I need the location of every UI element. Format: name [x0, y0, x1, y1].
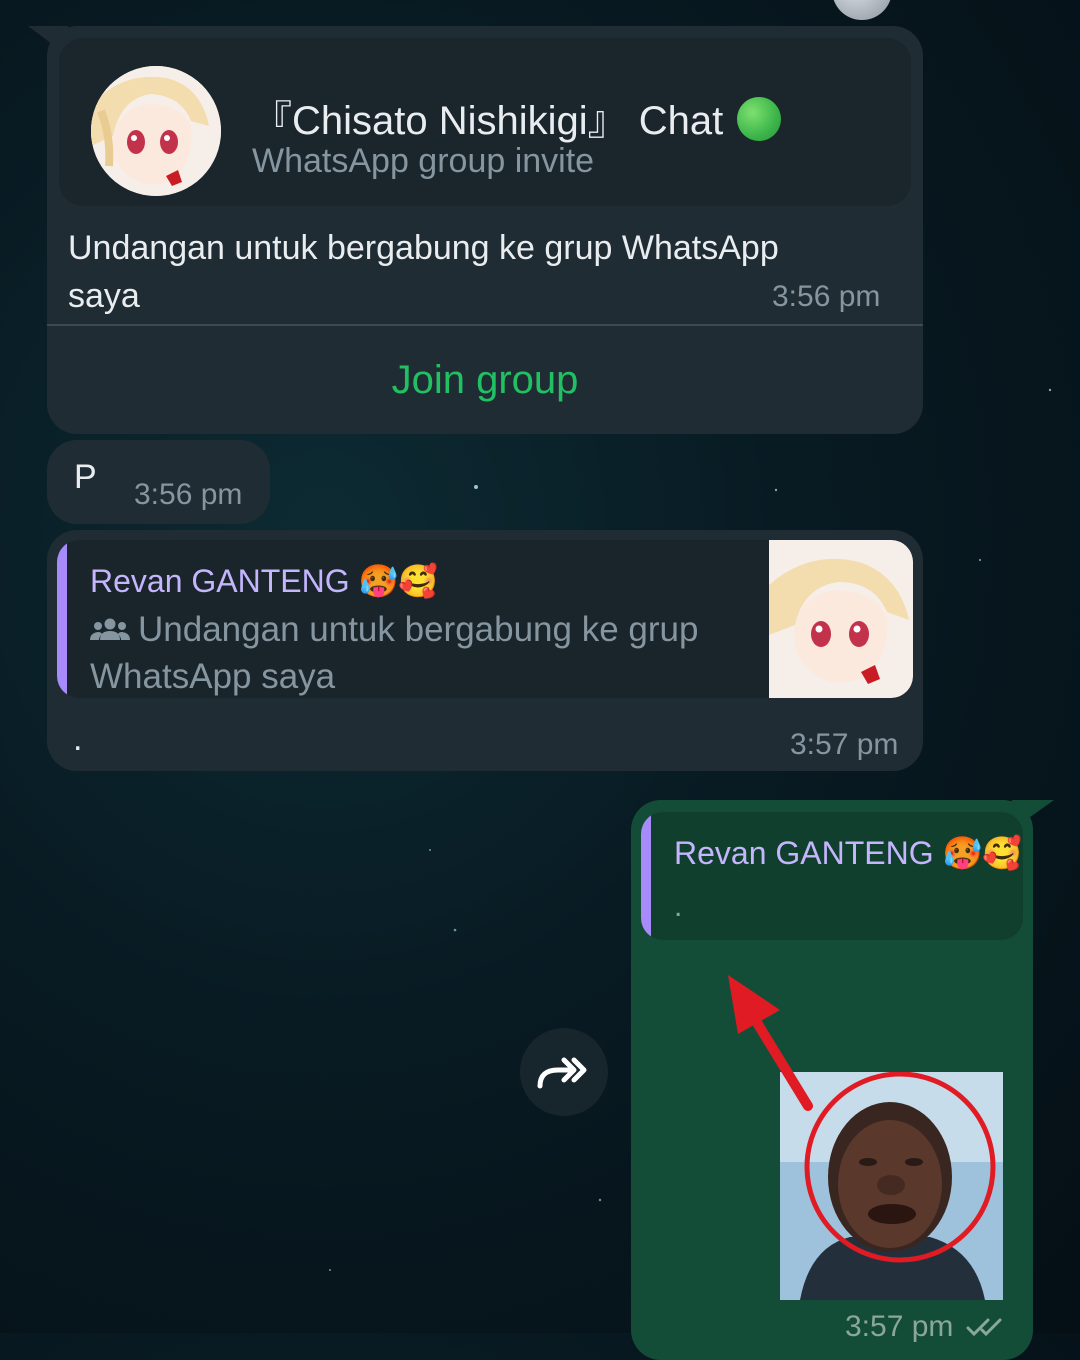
quoted-text: . — [674, 890, 683, 923]
anime-avatar-image — [91, 66, 221, 196]
join-group-button[interactable]: Join group — [47, 326, 923, 434]
message-time: 3:56 pm — [134, 478, 243, 511]
person-photo — [780, 1072, 1003, 1300]
group-icon — [90, 618, 130, 640]
group-avatar[interactable] — [91, 66, 221, 196]
quoted-sender-name: Revan GANTENG 🥵🥰 — [90, 563, 439, 599]
group-invite-message[interactable]: 『Chisato Nishikigi』 Chat WhatsApp group … — [47, 26, 923, 434]
quoted-message[interactable]: Revan GANTENG 🥵🥰 . — [641, 812, 1023, 940]
message-text: . — [73, 720, 83, 758]
sent-photo[interactable] — [780, 1072, 1003, 1300]
quoted-text: Undangan untuk bergabung ke grup WhatsAp… — [90, 610, 699, 696]
invite-card-header[interactable]: 『Chisato Nishikigi』 Chat WhatsApp group … — [59, 38, 911, 206]
message-time: 3:57 pm — [790, 728, 899, 761]
forward-icon — [537, 1057, 587, 1089]
anime-thumbnail-image — [769, 540, 913, 698]
quoted-message[interactable]: Revan GANTENG 🥵🥰 Undangan untuk bergabun… — [57, 540, 913, 698]
invite-subtitle: WhatsApp group invite — [252, 142, 595, 180]
forward-button[interactable] — [520, 1028, 608, 1116]
invite-message-text: Undangan untuk bergabung ke grup WhatsAp… — [68, 229, 779, 315]
outgoing-image-message[interactable]: Revan GANTENG 🥵🥰 . 3:57 pm — [631, 800, 1033, 1360]
quote-accent-bar — [641, 812, 651, 940]
text-message[interactable]: P 3:56 pm — [47, 440, 270, 524]
double-check-icon — [966, 1318, 1002, 1337]
message-time: 3:56 pm — [772, 280, 881, 313]
quoted-thumbnail — [769, 540, 913, 698]
quoted-sender-name: Revan GANTENG 🥵🥰 — [674, 835, 1023, 871]
message-time: 3:57 pm — [845, 1310, 1012, 1344]
quote-accent-bar — [57, 540, 67, 698]
moon-decoration — [832, 0, 892, 20]
group-name: 『Chisato Nishikigi』 Chat — [252, 88, 782, 146]
message-text: P — [74, 458, 97, 496]
green-circle-emoji — [737, 97, 782, 141]
reply-message[interactable]: Revan GANTENG 🥵🥰 Undangan untuk bergabun… — [47, 530, 923, 771]
